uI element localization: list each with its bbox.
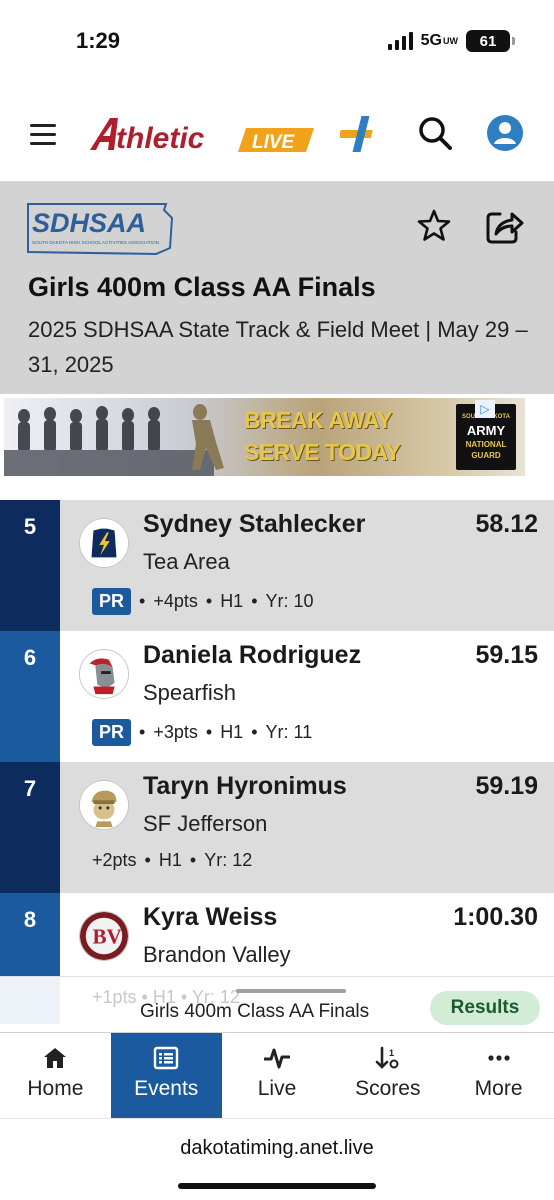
results-list: 5 Sydney Stahlecker 58.12 Tea Area PR • +… (0, 500, 554, 1024)
sort-icon: 1 (375, 1046, 399, 1069)
list-icon (153, 1046, 179, 1070)
nav-label: Events (134, 1077, 199, 1100)
nav-label: Scores (355, 1077, 421, 1100)
pr-badge: PR (92, 719, 132, 746)
nav-label: Home (27, 1077, 84, 1100)
org-full-name: SOUTH DAKOTA HIGH SCHOOL ACTIVITIES ASSO… (32, 240, 159, 245)
share-icon[interactable] (484, 206, 524, 246)
home-indicator[interactable] (178, 1183, 376, 1189)
favorite-star-icon[interactable] (416, 208, 452, 244)
heat: H1 (220, 591, 244, 611)
browser-url-bar[interactable]: dakotatiming.anet.live (0, 1118, 554, 1200)
runners-image (4, 404, 224, 476)
tea-area-logo (79, 518, 129, 568)
results-chip[interactable]: Results (430, 991, 540, 1025)
home-icon (44, 1048, 67, 1068)
result-mark: 59.15 (475, 641, 538, 669)
result-mark: 58.12 (475, 510, 538, 538)
svg-text:BV: BV (92, 925, 121, 949)
points: +2pts (92, 850, 137, 870)
result-row[interactable]: 5 Sydney Stahlecker 58.12 Tea Area PR • +… (0, 500, 554, 631)
ad-creative[interactable]: BREAK AWAY SERVE TODAY SOUTH DAKOTA ARMY… (4, 398, 525, 476)
points: +3pts (153, 722, 198, 742)
heat: H1 (158, 850, 182, 870)
school-name[interactable]: Brandon Valley (143, 942, 291, 968)
bottom-nav: Home Events Live 1 Scores More (0, 1032, 554, 1119)
svg-text:1: 1 (389, 1048, 394, 1058)
status-bar: 1:29 5GUW 61 (0, 0, 554, 84)
meet-header: SDHSAA SOUTH DAKOTA HIGH SCHOOL ACTIVITI… (0, 182, 554, 394)
nav-home[interactable]: Home (0, 1033, 111, 1119)
nav-label: Live (257, 1077, 297, 1100)
ad-choices-icon[interactable]: ▷ (475, 400, 495, 418)
search-icon[interactable] (416, 114, 454, 152)
pr-badge: PR (92, 588, 132, 615)
nav-label: More (474, 1077, 523, 1100)
points: +4pts (153, 591, 198, 611)
ad-headline: BREAK AWAY SERVE TODAY (244, 407, 401, 465)
mini-bar-title[interactable]: Girls 400m Class AA Finals (140, 1001, 369, 1023)
pulse-icon (263, 1048, 290, 1069)
athletic-live-logo[interactable]: thletic LIVE (88, 110, 318, 158)
network-type: 5GUW (420, 32, 458, 49)
place-number: 7 (0, 762, 60, 893)
brand-text: thletic (116, 122, 205, 155)
school-name[interactable]: SF Jefferson (143, 811, 267, 837)
event-mini-bar[interactable]: +1pts • H1 • Yr: 12 Girls 400m Class AA … (0, 976, 554, 1032)
year: Yr: 11 (265, 722, 313, 742)
result-mark: 1:00.30 (453, 903, 538, 931)
event-title: Girls 400m Class AA Finals (28, 272, 376, 302)
school-name[interactable]: Tea Area (143, 549, 230, 575)
result-details: PR • +3pts • H1 • Yr: 11 (92, 719, 312, 746)
athlete-name[interactable]: Taryn Hyronimus (143, 772, 347, 801)
brand-live-text: LIVE (252, 132, 296, 153)
year: Yr: 10 (265, 591, 314, 611)
year: Yr: 12 (204, 850, 253, 870)
place-number: 6 (0, 631, 60, 762)
sdhsaa-logo: SDHSAA SOUTH DAKOTA HIGH SCHOOL ACTIVITI… (27, 203, 174, 256)
nav-events[interactable]: Events (110, 1033, 222, 1119)
athlete-name[interactable]: Sydney Stahlecker (143, 510, 365, 539)
result-row[interactable]: 6 Daniela Rodriguez 59.15 Spearfish PR •… (0, 631, 554, 762)
spearfish-logo (79, 649, 129, 699)
status-time: 1:29 (76, 28, 121, 53)
drag-handle[interactable] (236, 989, 346, 993)
result-details: +2pts • H1 • Yr: 12 (92, 850, 253, 870)
brandon-valley-logo: BV (79, 911, 129, 961)
org-name: SDHSAA (32, 208, 146, 238)
result-mark: 59.19 (475, 772, 538, 800)
athlete-name[interactable]: Daniela Rodriguez (143, 641, 361, 670)
ad-banner[interactable]: BREAK AWAY SERVE TODAY SOUTH DAKOTA ARMY… (0, 394, 554, 500)
heat: H1 (220, 722, 244, 742)
meet-name[interactable]: 2025 SDHSAA State Track & Field Meet | M… (28, 312, 528, 382)
url-text[interactable]: dakotatiming.anet.live (0, 1137, 554, 1160)
plus-icon[interactable] (340, 114, 380, 154)
status-indicators: 5GUW 61 (387, 30, 515, 52)
app-header: thletic LIVE (0, 84, 554, 182)
result-row[interactable]: 7 Taryn Hyronimus 59.19 SF Jefferson +2p… (0, 762, 554, 893)
athlete-name[interactable]: Kyra Weiss (143, 903, 277, 932)
sf-jefferson-logo (79, 780, 129, 830)
nav-live[interactable]: Live (222, 1033, 333, 1119)
nav-scores[interactable]: 1 Scores (332, 1033, 443, 1119)
cellular-signal-icon (387, 32, 413, 50)
place-number: 5 (0, 500, 60, 631)
nav-more[interactable]: More (443, 1033, 554, 1119)
menu-icon[interactable] (30, 124, 56, 151)
school-name[interactable]: Spearfish (143, 680, 236, 706)
battery-icon: 61 (466, 30, 515, 52)
result-details: PR • +4pts • H1 • Yr: 10 (92, 588, 314, 615)
account-icon[interactable] (486, 114, 524, 152)
more-icon (487, 1055, 510, 1061)
